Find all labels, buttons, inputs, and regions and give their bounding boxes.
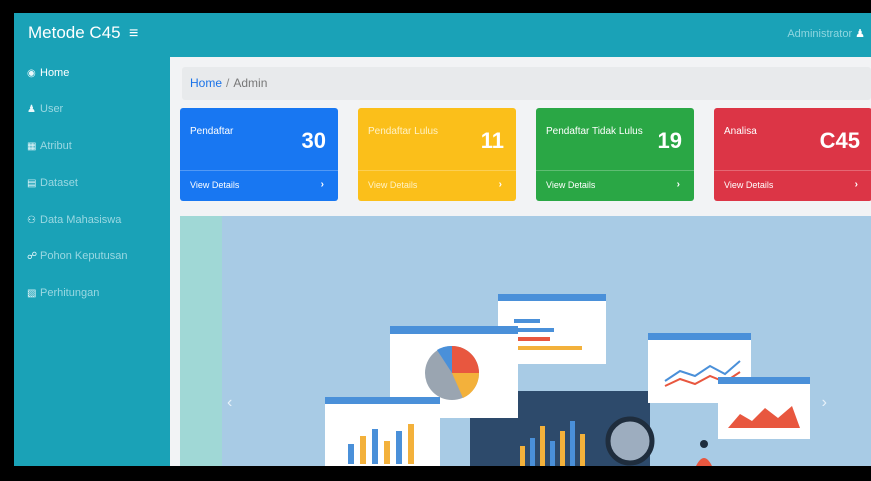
view-details-link[interactable]: View Details › [358, 170, 516, 201]
sidebar-item-home[interactable]: ◉ Home [27, 67, 69, 85]
view-details-link[interactable]: View Details › [180, 170, 338, 201]
illustration-hbar [514, 328, 554, 332]
sidebar-item-label: Perhitungan [40, 287, 100, 299]
illustration-magnifier [605, 416, 655, 466]
card-value: 11 [480, 128, 504, 153]
breadcrumb-current: Admin [233, 76, 268, 90]
chevron-right-icon: › [498, 179, 502, 190]
illustration-hbar [514, 319, 540, 323]
illustration-card-header [390, 326, 518, 334]
sidebar-item-data-mahasiswa[interactable]: ⚇ Data Mahasiswa [27, 214, 121, 232]
chevron-right-icon: › [676, 179, 680, 190]
illustration-bar [408, 424, 414, 464]
view-details-link[interactable]: View Details › [536, 170, 694, 201]
hamburger-icon[interactable]: ≡ [129, 25, 138, 43]
main-content: Home / Admin Pendaftar 30 View Details › P… [170, 57, 871, 466]
card-value: 19 [657, 128, 682, 153]
illustration-card-header [325, 397, 440, 404]
sidebar: ◉ Home ♟ User ▦ Atribut ▤ Dataset ⚇ Data Maha… [14, 57, 170, 466]
view-details-label: View Details [546, 180, 596, 190]
app-screen: Metode C45 ≡ Administrator ♟ ◉ Home ♟ User … [14, 13, 871, 466]
carousel-prev-icon[interactable]: ‹ [227, 394, 232, 412]
sidebar-item-dataset[interactable]: ▤ Dataset [27, 177, 78, 195]
card-label: Pendaftar Lulus [368, 126, 439, 137]
illustration-bar [372, 429, 378, 464]
illustration-hbar [514, 346, 582, 350]
illustration-person-body [696, 458, 712, 466]
chevron-right-icon: › [320, 179, 324, 190]
view-details-label: View Details [724, 180, 774, 190]
breadcrumb-home-link[interactable]: Home [190, 76, 222, 90]
sidebar-item-pohon-keputusan[interactable]: ☍ Pohon Keputusan [27, 250, 127, 268]
breadcrumb: Home / Admin [182, 67, 871, 100]
sidebar-item-label: Pohon Keputusan [40, 250, 128, 262]
breadcrumb-separator: / [226, 76, 230, 90]
illustration-bar [360, 436, 366, 464]
sidebar-item-user[interactable]: ♟ User [27, 103, 63, 121]
sidebar-item-label: User [40, 103, 64, 115]
sidebar-item-label: Data Mahasiswa [40, 214, 122, 226]
card-pendaftar-lulus: Pendaftar Lulus 11 View Details › [358, 108, 516, 201]
illustration-bar [550, 441, 555, 466]
sidebar-item-label: Home [40, 67, 70, 79]
dashboard-icon: ◉ [27, 68, 36, 79]
card-pendaftar-tidak-lulus: Pendaftar Tidak Lulus 19 View Details › [536, 108, 694, 201]
view-details-link[interactable]: View Details › [714, 170, 871, 201]
card-pendaftar: Pendaftar 30 View Details › [180, 108, 338, 201]
illustration-bar [384, 441, 390, 464]
illustration-person-head [700, 440, 708, 448]
table-icon: ▦ [27, 141, 37, 152]
user-icon: ♟ [27, 104, 36, 115]
top-navbar: Metode C45 ≡ Administrator ♟ [14, 13, 871, 57]
tree-icon: ☍ [27, 251, 38, 262]
users-icon: ⚇ [27, 215, 36, 226]
image-carousel[interactable]: ‹ › [180, 216, 871, 466]
illustration-bar-card [325, 397, 440, 466]
illustration-bar [530, 438, 535, 466]
brand-title[interactable]: Metode C45 [28, 23, 121, 43]
illustration-hbar [514, 337, 550, 341]
illustration-bar [396, 431, 402, 464]
chevron-right-icon: › [854, 179, 858, 190]
illustration-card-header [718, 377, 810, 384]
screenshot-frame: Metode C45 ≡ Administrator ♟ ◉ Home ♟ User … [0, 0, 871, 481]
illustration-card-header [648, 333, 751, 340]
card-label: Pendaftar [190, 126, 234, 137]
illustration-bar [520, 446, 525, 466]
card-value: 30 [301, 128, 326, 153]
carousel-next-icon[interactable]: › [822, 394, 827, 412]
sidebar-item-label: Atribut [40, 140, 72, 152]
illustration-area-card [718, 377, 810, 439]
illustration-bar [580, 434, 585, 466]
card-value: C45 [819, 128, 860, 153]
user-icon: ♟ [855, 28, 865, 40]
database-icon: ▤ [27, 178, 37, 189]
illustration-bar [560, 431, 565, 466]
illustration-bar [570, 421, 575, 466]
card-analisa: Analisa C45 View Details › [714, 108, 871, 201]
user-name: Administrator [787, 28, 853, 40]
illustration-card-header [498, 294, 606, 301]
sidebar-item-perhitungan[interactable]: ▧ Perhitungan [27, 287, 99, 305]
view-details-label: View Details [190, 180, 240, 190]
view-details-label: View Details [368, 180, 418, 190]
calculator-icon: ▧ [27, 288, 37, 299]
analytics-illustration [325, 294, 810, 466]
user-menu[interactable]: Administrator ♟ [787, 27, 865, 40]
card-label: Analisa [724, 126, 757, 137]
card-label: Pendaftar Tidak Lulus [546, 126, 643, 137]
sidebar-item-label: Dataset [40, 177, 78, 189]
sidebar-item-atribut[interactable]: ▦ Atribut [27, 140, 72, 158]
illustration-bar [348, 444, 354, 464]
illustration-bar [540, 426, 545, 466]
